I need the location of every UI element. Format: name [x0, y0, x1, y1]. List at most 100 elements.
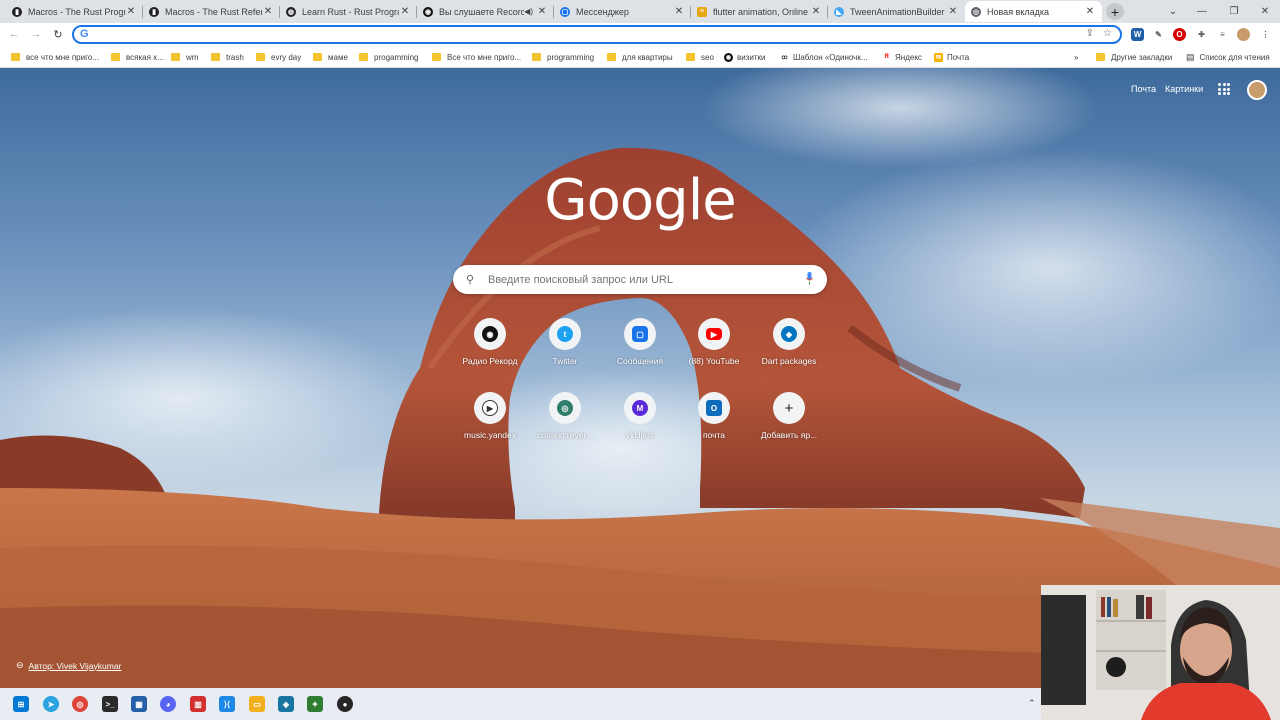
bookmark-folder[interactable]: все что мне приго...: [11, 51, 99, 63]
new-tab-button[interactable]: +: [1106, 3, 1124, 20]
shortcut-music-yandex[interactable]: ▶ music.yandex: [452, 392, 528, 440]
shortcut-twitter[interactable]: t Twitter: [527, 318, 603, 366]
telegram-icon[interactable]: ➤: [43, 696, 59, 712]
search-input[interactable]: [488, 273, 788, 286]
shortcut-dart-packages[interactable]: ◆ Dart packages: [751, 318, 827, 366]
books-icon[interactable]: ▥: [190, 696, 206, 712]
radio-record-icon: ◉: [482, 326, 498, 342]
microphone-icon[interactable]: [806, 272, 813, 285]
other-bookmarks[interactable]: Другие закладки: [1096, 51, 1172, 63]
bookmarks-overflow-button[interactable]: »: [1074, 51, 1078, 63]
shortcut-vkclient[interactable]: M vkclient: [602, 392, 678, 440]
google-apps-icon[interactable]: [1218, 83, 1230, 95]
shortcut-radio-record[interactable]: ◉ Радио Рекорд: [452, 318, 528, 366]
bookmark-folder[interactable]: всякая х...: [111, 51, 164, 63]
close-icon[interactable]: ✕: [125, 6, 137, 17]
tab-learn-rust[interactable]: ◍ Learn Rust - Rust Programming ✕: [280, 1, 417, 22]
bookmark-label: programming: [547, 52, 595, 62]
shortcut-youtube[interactable]: ▶ (88) YouTube: [676, 318, 752, 366]
close-icon[interactable]: ✕: [399, 6, 411, 17]
file-explorer-icon[interactable]: ▭: [249, 696, 265, 712]
tab-search-button[interactable]: ⌄: [1163, 2, 1183, 20]
obs-icon[interactable]: ●: [337, 696, 353, 712]
back-button[interactable]: ←: [6, 26, 22, 42]
shortcut-context-reverso[interactable]: ◎ context.rever...: [527, 392, 603, 440]
discord-icon[interactable]: ◕: [160, 696, 176, 712]
tab-title: Macros - The Rust Reference: [165, 6, 262, 17]
close-icon[interactable]: ✕: [1084, 6, 1096, 17]
reload-icon: ↻: [53, 28, 63, 41]
minimize-button[interactable]: —: [1192, 2, 1212, 20]
bookmark-folder[interactable]: маме: [313, 51, 348, 63]
add-icon: +: [784, 399, 794, 417]
search-box[interactable]: ⚲: [453, 265, 827, 294]
account-avatar[interactable]: [1247, 80, 1267, 100]
record-icon: ◉: [423, 6, 433, 17]
extension-pen-icon[interactable]: ✎: [1152, 28, 1165, 41]
chrome-taskbar-icon[interactable]: ◎: [72, 696, 88, 712]
windows-start-icon[interactable]: ⊞: [13, 696, 29, 712]
shortcut-messages[interactable]: ▢ Сообщения: [602, 318, 678, 366]
background-credit[interactable]: ⊖ Автор: Vivek Vijaykumar: [16, 660, 121, 671]
bookmark-vizitki[interactable]: ◉ визитки: [724, 51, 766, 63]
tab-tween-animation-builder[interactable]: ◣ TweenAnimationBuilder cl ✕: [828, 1, 965, 22]
bookmark-template[interactable]: ꝏ Шаблон «Одиночк...: [780, 51, 868, 63]
gmail-link[interactable]: Почта: [1131, 84, 1156, 94]
extension-w-icon[interactable]: W: [1131, 28, 1144, 41]
bookmark-folder[interactable]: programming: [532, 51, 594, 63]
tree-app-icon[interactable]: ✦: [307, 696, 323, 712]
bookmark-folder[interactable]: evry day: [256, 51, 301, 63]
profile-avatar-icon[interactable]: [1237, 28, 1250, 41]
tab-new-tab[interactable]: ◎ Новая вкладка ✕: [965, 1, 1102, 22]
window-close-button[interactable]: ✕: [1255, 2, 1275, 20]
close-icon[interactable]: ✕: [262, 6, 274, 17]
bookmark-folder[interactable]: Все что мне приго...: [432, 51, 521, 63]
network-app-icon[interactable]: ◈: [278, 696, 294, 712]
bookmark-folder[interactable]: для квартиры: [607, 51, 673, 63]
shortcut-mail[interactable]: O почта: [676, 392, 752, 440]
bookmark-folder[interactable]: seo: [686, 51, 714, 63]
tab-title: Мессенджер: [576, 6, 629, 17]
restore-button[interactable]: ❐: [1224, 2, 1244, 20]
shortcut-label: Twitter: [552, 356, 578, 366]
forward-button[interactable]: →: [28, 26, 44, 42]
bookmark-star-icon[interactable]: ☆: [1103, 28, 1112, 39]
media-queue-icon[interactable]: ≡: [1216, 28, 1229, 41]
shortcut-label: music.yandex: [464, 430, 516, 440]
tab-rust-book-macros[interactable]: ▮ Macros - The Rust Programming ✕: [6, 1, 143, 22]
bookmark-yandex[interactable]: Я Яндекс: [882, 51, 922, 63]
add-shortcut-button[interactable]: + Добавить яр...: [751, 392, 827, 440]
bookmark-folder[interactable]: trash: [211, 51, 244, 63]
close-icon[interactable]: ✕: [947, 6, 959, 17]
speaker-icon[interactable]: ◀): [524, 7, 533, 16]
images-link[interactable]: Картинки: [1165, 84, 1203, 94]
folder-icon: [211, 53, 220, 61]
kebab-menu-icon[interactable]: ⋮: [1259, 28, 1272, 41]
close-icon[interactable]: ✕: [673, 6, 685, 17]
tab-rust-reference-macros[interactable]: ▮ Macros - The Rust Reference ✕: [143, 1, 280, 22]
reading-list[interactable]: ▤ Список для чтения: [1186, 51, 1270, 63]
store-icon[interactable]: ▦: [131, 696, 147, 712]
tab-stackoverflow-flutter[interactable]: ≡ flutter animation, Online V ✕: [691, 1, 828, 22]
shortcut-label: Dart packages: [761, 356, 817, 366]
tab-messenger[interactable]: ▢ Мессенджер ✕: [554, 1, 691, 22]
bookmark-folder[interactable]: wm: [171, 51, 198, 63]
shortcut-label: context.rever...: [537, 430, 593, 440]
bookmark-label: Другие закладки: [1111, 52, 1173, 62]
terminal-icon[interactable]: >_: [102, 696, 118, 712]
close-icon[interactable]: ✕: [536, 6, 548, 17]
close-icon[interactable]: ✕: [810, 6, 822, 17]
tab-radio-record[interactable]: ◉ Вы слушаете Record ◀) ✕: [417, 1, 554, 22]
close-icon: ✕: [1260, 5, 1270, 17]
tab-title: TweenAnimationBuilder cl: [850, 6, 947, 17]
extensions-puzzle-icon[interactable]: ✚: [1195, 28, 1208, 41]
address-bar[interactable]: G ⇪ ☆: [72, 25, 1122, 44]
reload-button[interactable]: ↻: [50, 26, 66, 42]
opera-vpn-icon[interactable]: O: [1173, 28, 1186, 41]
vscode-icon[interactable]: ⟩⟨: [219, 696, 235, 712]
tray-overflow-icon[interactable]: ⌃: [1028, 698, 1036, 709]
share-icon[interactable]: ⇪: [1086, 28, 1094, 39]
folder-icon: [313, 53, 322, 61]
bookmark-mail[interactable]: ✉ Почта: [934, 51, 969, 63]
bookmark-folder[interactable]: progamming: [359, 51, 418, 63]
